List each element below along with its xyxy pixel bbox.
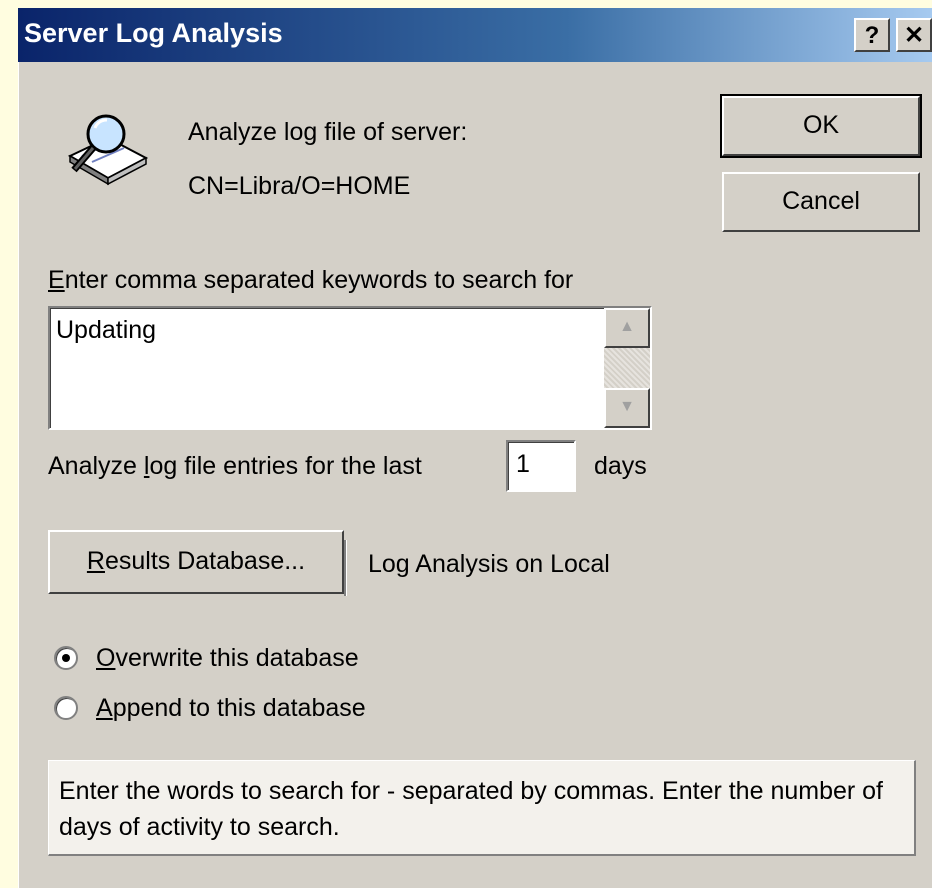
- ok-button[interactable]: OK: [720, 94, 922, 158]
- days-label: Analyze log file entries for the last: [48, 452, 422, 481]
- help-button[interactable]: ?: [854, 18, 890, 52]
- append-mnemonic: A: [96, 694, 113, 722]
- days-label-suffix: og file entries for the last: [149, 452, 422, 480]
- overwrite-radio[interactable]: [54, 646, 78, 670]
- analyze-server-label: Analyze log file of server:: [188, 118, 468, 146]
- results-button-text: esults Database...: [104, 547, 306, 575]
- keywords-value: Updating: [56, 316, 157, 344]
- keywords-label-mnemonic: E: [48, 266, 65, 294]
- close-button[interactable]: ✕: [896, 18, 932, 52]
- days-input[interactable]: 1: [506, 440, 576, 492]
- keywords-scrollbar[interactable]: ▲ ▼: [604, 308, 650, 428]
- keywords-textarea[interactable]: Updating ▲ ▼: [48, 306, 652, 430]
- overwrite-text: verwrite this database: [115, 644, 359, 672]
- append-text: ppend to this database: [112, 694, 366, 722]
- days-unit-label: days: [594, 452, 647, 480]
- cancel-button[interactable]: Cancel: [722, 172, 920, 232]
- radio-selected-dot: [62, 654, 70, 662]
- results-database-button[interactable]: Results Database...: [48, 530, 344, 594]
- append-radio[interactable]: [54, 696, 78, 720]
- results-button-mnemonic: R: [86, 547, 105, 575]
- window-title: Server Log Analysis: [24, 18, 283, 48]
- overwrite-mnemonic: O: [96, 644, 116, 672]
- magnifier-on-book-icon: [62, 108, 152, 188]
- keywords-label: Enter comma separated keywords to search…: [48, 266, 573, 295]
- keywords-label-text: nter comma separated keywords to search …: [64, 266, 574, 294]
- server-log-analysis-dialog: Server Log Analysis ? ✕ Analyze log file…: [18, 8, 932, 888]
- server-name: CN=Libra/O=HOME: [188, 172, 411, 200]
- scroll-up-arrow-icon[interactable]: ▲: [604, 308, 650, 348]
- scroll-down-arrow-icon[interactable]: ▼: [604, 388, 650, 428]
- days-label-prefix: Analyze: [48, 452, 144, 480]
- title-bar[interactable]: Server Log Analysis ? ✕: [18, 8, 932, 62]
- overwrite-label: Overwrite this database: [96, 644, 359, 673]
- results-separator: [344, 540, 347, 596]
- hint-panel: Enter the words to search for - separate…: [48, 760, 916, 856]
- append-label: Append to this database: [96, 694, 366, 723]
- results-database-name: Log Analysis on Local: [368, 550, 610, 578]
